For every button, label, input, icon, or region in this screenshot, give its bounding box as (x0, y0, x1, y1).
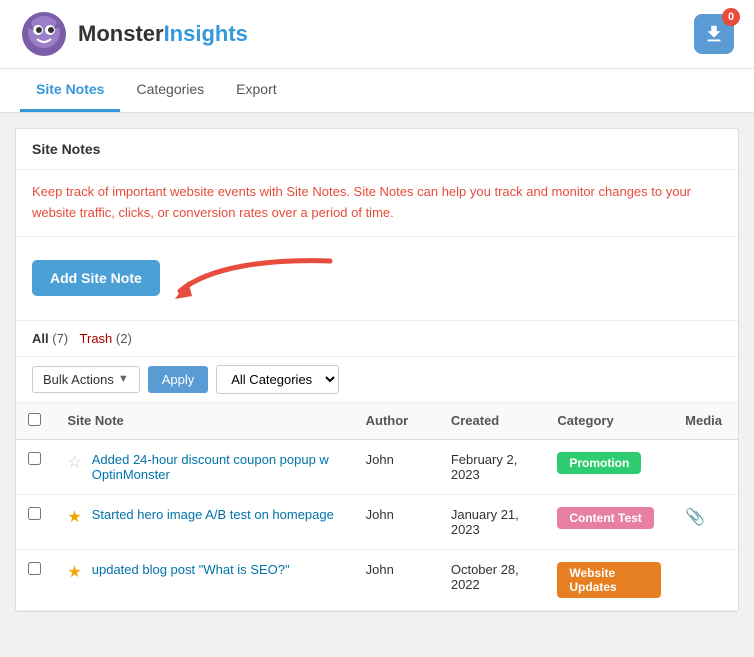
row-category-cell: Website Updates (545, 549, 673, 610)
row-created-cell: February 2, 2023 (439, 439, 546, 494)
row-media-cell (673, 549, 738, 610)
table-row: ★ Started hero image A/B test on homepag… (16, 494, 738, 549)
arrow-decoration (170, 251, 340, 306)
filter-bar: All (7) Trash (2) (16, 321, 738, 357)
tab-export[interactable]: Export (220, 69, 292, 112)
row-category-cell: Content Test (545, 494, 673, 549)
logo-black-text: Monster (78, 21, 164, 46)
row-note-text: Started hero image A/B test on homepage (92, 507, 334, 522)
row-media-cell (673, 439, 738, 494)
bulk-actions-dropdown[interactable]: Bulk Actions ▼ (32, 366, 140, 393)
row-checkbox[interactable] (28, 452, 41, 465)
row-author-cell: John (354, 494, 439, 549)
col-header-check (16, 403, 55, 440)
tab-categories[interactable]: Categories (120, 69, 220, 112)
col-header-site-note: Site Note (55, 403, 353, 440)
star-icon[interactable]: ★ (67, 507, 81, 527)
category-badge: Content Test (557, 507, 653, 529)
row-note-text: updated blog post "What is SEO?" (92, 562, 290, 577)
content-area: Site Notes Keep track of important websi… (15, 128, 739, 612)
logo-area: MonsterInsights (20, 10, 248, 58)
trash-filter-link[interactable]: Trash (80, 331, 113, 346)
table-header: Site Note Author Created Category Media (16, 403, 738, 440)
add-note-area: Add Site Note (16, 237, 738, 321)
bulk-actions-label: Bulk Actions (43, 372, 114, 387)
apply-button[interactable]: Apply (148, 366, 209, 393)
row-note-cell: ★ Started hero image A/B test on homepag… (55, 494, 353, 549)
row-checkbox-cell (16, 439, 55, 494)
col-header-created: Created (439, 403, 546, 440)
select-all-checkbox[interactable] (28, 413, 41, 426)
row-category-cell: Promotion (545, 439, 673, 494)
row-author-cell: John (354, 439, 439, 494)
row-checkbox[interactable] (28, 562, 41, 575)
bulk-actions-chevron-icon: ▼ (118, 373, 129, 385)
all-count: (7) (52, 331, 68, 346)
notification-button[interactable]: 0 (694, 14, 734, 54)
row-checkbox-cell (16, 494, 55, 549)
header-right: 0 (694, 14, 734, 54)
col-header-category: Category (545, 403, 673, 440)
row-checkbox[interactable] (28, 507, 41, 520)
tabs-bar: Site Notes Categories Export (0, 69, 754, 113)
row-note-cell: ★ updated blog post "What is SEO?" (55, 549, 353, 610)
add-site-note-button[interactable]: Add Site Note (32, 260, 160, 296)
row-checkbox-cell (16, 549, 55, 610)
star-icon[interactable]: ☆ (67, 452, 81, 472)
col-header-author: Author (354, 403, 439, 440)
notification-badge: 0 (722, 8, 740, 26)
col-header-media: Media (673, 403, 738, 440)
row-created-cell: October 28, 2022 (439, 549, 546, 610)
row-note-cell: ☆ Added 24-hour discount coupon popup w … (55, 439, 353, 494)
star-icon[interactable]: ★ (67, 562, 81, 582)
section-title: Site Notes (16, 129, 738, 170)
logo-text: MonsterInsights (78, 21, 248, 47)
notification-icon (703, 23, 725, 45)
paperclip-icon: 📎 (685, 509, 705, 526)
logo-blue-text: Insights (164, 21, 248, 46)
table-row: ☆ Added 24-hour discount coupon popup w … (16, 439, 738, 494)
table-body: ☆ Added 24-hour discount coupon popup w … (16, 439, 738, 610)
category-badge: Website Updates (557, 562, 661, 598)
tab-site-notes[interactable]: Site Notes (20, 69, 120, 112)
categories-dropdown[interactable]: All Categories (216, 365, 339, 394)
category-badge: Promotion (557, 452, 641, 474)
table-row: ★ updated blog post "What is SEO?" John … (16, 549, 738, 610)
row-media-cell: 📎 (673, 494, 738, 549)
site-notes-table: Site Note Author Created Category Media … (16, 403, 738, 611)
row-author-cell: John (354, 549, 439, 610)
row-created-cell: January 21, 2023 (439, 494, 546, 549)
all-filter-link[interactable]: All (32, 331, 49, 346)
header: MonsterInsights 0 (0, 0, 754, 69)
action-row: Bulk Actions ▼ Apply All Categories (16, 357, 738, 403)
info-text: Keep track of important website events w… (16, 170, 738, 237)
monster-logo-icon (20, 10, 68, 58)
trash-count: (2) (116, 331, 132, 346)
row-note-text: Added 24-hour discount coupon popup w Op… (92, 452, 342, 482)
filter-links: All (7) Trash (2) (32, 331, 132, 346)
